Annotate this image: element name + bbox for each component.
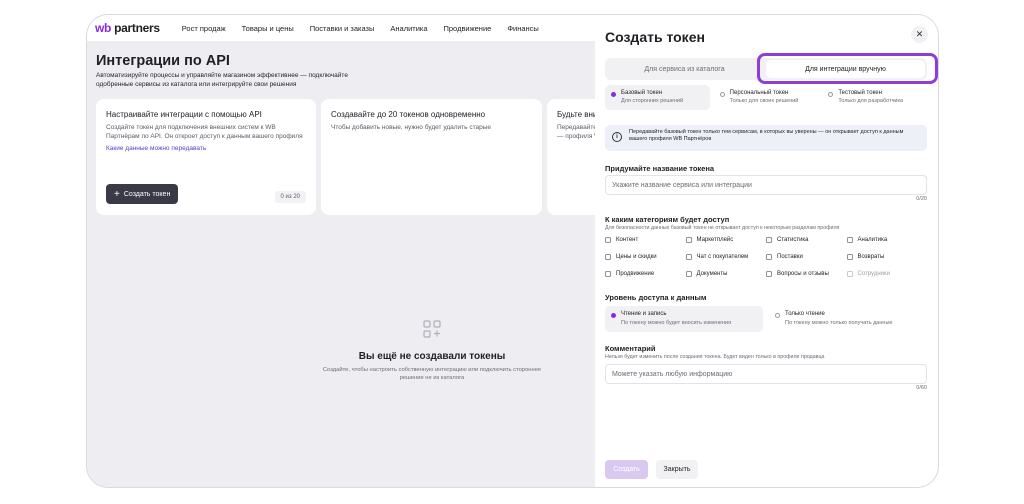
checkbox-icon <box>605 237 611 243</box>
category-checkboxes: Контент Маркетплейс Статистика Аналитика… <box>605 236 927 278</box>
panel-title: Создать токен <box>605 29 705 45</box>
card-title: Создавайте до 20 токенов одновременно <box>331 110 486 119</box>
checkbox-icon <box>685 254 692 260</box>
checkbox-icon <box>766 237 772 243</box>
create-token-button[interactable]: + Создать токен <box>106 184 179 204</box>
nav-item-growth[interactable]: Рост продаж <box>182 24 226 33</box>
category-statistics[interactable]: Статистика <box>766 236 847 244</box>
categories-note: Для безопасности данных базовый токен не… <box>605 225 840 231</box>
card-text: Создайте токен для подключения внешних с… <box>106 124 303 140</box>
card-text: Чтобы добавить новые, нужно будет удалит… <box>331 124 492 131</box>
token-name-input[interactable]: Укажите название сервиса или интеграции <box>605 175 927 195</box>
checkbox-icon <box>846 237 853 243</box>
grid-add-icon <box>423 320 441 338</box>
category-returns[interactable]: Возвраты <box>846 253 928 261</box>
info-card-integrations: Настраивайте интеграции с помощью API Со… <box>96 99 316 215</box>
category-supplies[interactable]: Поставки <box>766 253 847 261</box>
radio-icon <box>611 313 616 318</box>
info-icon: i <box>612 132 622 142</box>
category-chat[interactable]: Чат с покупателем <box>685 253 767 261</box>
radio-icon <box>719 92 725 97</box>
access-read-only[interactable]: Только чтение По токену можно только пол… <box>769 306 927 332</box>
category-feedback[interactable]: Вопросы и отзывы <box>766 270 847 278</box>
checkbox-icon <box>685 237 692 243</box>
comment-note: Нельзя будет изменить после создания ток… <box>605 354 825 360</box>
category-documents[interactable]: Документы <box>685 270 767 278</box>
comment-input[interactable]: Можете указать любую информацию <box>605 364 927 384</box>
checkbox-icon <box>766 254 772 260</box>
access-level-label: Уровень доступа к данным <box>605 293 707 302</box>
nav-item-promotion[interactable]: Продвижение <box>444 24 492 33</box>
card-title: Настраивайте интеграции с помощью API <box>106 110 262 119</box>
close-icon[interactable]: ✕ <box>911 26 928 43</box>
checkbox-icon <box>605 271 611 277</box>
token-type-test[interactable]: Тестовый токен Только для разработчика <box>822 85 927 110</box>
checkbox-icon <box>685 271 692 277</box>
token-type-personal[interactable]: Персональный токен Только для своих реше… <box>714 85 819 110</box>
checkbox-icon <box>605 254 611 260</box>
submit-button[interactable]: Создать <box>605 460 648 479</box>
nav-item-products[interactable]: Товары и цены <box>242 24 294 33</box>
page-subtitle: Автоматизируйте процессы и управляйте ма… <box>96 72 348 88</box>
categories-label: К каким категориям будет доступ <box>605 215 730 224</box>
token-name-count: 0/20 <box>916 196 927 202</box>
nav-item-finance[interactable]: Финансы <box>507 24 539 33</box>
info-card-limit: Создавайте до 20 токенов одновременно Чт… <box>321 99 542 215</box>
nav-item-analytics[interactable]: Аналитика <box>390 24 427 33</box>
comment-label: Комментарий <box>605 344 656 353</box>
token-type-options: Базовый токен Для сторонних решений Перс… <box>605 85 927 110</box>
radio-icon <box>828 92 834 97</box>
checkbox-icon <box>846 271 853 277</box>
token-counter: 0 из 20 <box>274 191 306 203</box>
close-button[interactable]: Закрыть <box>656 460 698 479</box>
checkbox-icon <box>766 271 772 277</box>
radio-icon <box>611 92 616 97</box>
access-read-write[interactable]: Чтение и запись По токену можно будет вн… <box>605 306 763 332</box>
token-name-label: Придумайте название токена <box>605 164 715 173</box>
access-level-options: Чтение и запись По токену можно будет вн… <box>605 306 927 332</box>
empty-state: Вы ещё не создавали токены Создайте, что… <box>312 320 552 382</box>
category-promotion[interactable]: Продвижение <box>605 270 686 278</box>
category-content[interactable]: Контент <box>605 236 686 244</box>
checkbox-icon <box>846 254 853 260</box>
wb-partners-logo[interactable]: wb partners <box>95 21 160 35</box>
card-title: Будьте вни <box>557 110 598 119</box>
info-banner: i Передавайте базовый токен только тем с… <box>605 125 927 151</box>
tab-highlight-frame <box>757 53 938 84</box>
app-window: wb partners Рост продаж Товары и цены По… <box>86 14 939 488</box>
nav-item-supplies[interactable]: Поставки и заказы <box>310 24 375 33</box>
create-token-panel: Создать токен ✕ Для сервиса из каталога … <box>595 15 938 487</box>
token-type-basic[interactable]: Базовый токен Для сторонних решений <box>605 85 710 110</box>
page-title: Интеграции по API <box>96 53 230 69</box>
tab-catalog-service[interactable]: Для сервиса из каталога <box>605 58 764 80</box>
radio-icon <box>775 313 780 318</box>
plus-icon: + <box>114 188 120 200</box>
empty-title: Вы ещё не создавали токены <box>358 351 506 362</box>
comment-count: 0/60 <box>916 385 927 391</box>
category-prices[interactable]: Цены и скидки <box>605 253 686 261</box>
category-employees: Сотрудники <box>846 270 928 278</box>
data-info-link[interactable]: Какие данные можно передавать <box>106 145 306 152</box>
empty-text: Создайте, чтобы настроить собственную ин… <box>322 367 542 381</box>
category-marketplace[interactable]: Маркетплейс <box>685 236 767 244</box>
category-analytics[interactable]: Аналитика <box>846 236 928 244</box>
